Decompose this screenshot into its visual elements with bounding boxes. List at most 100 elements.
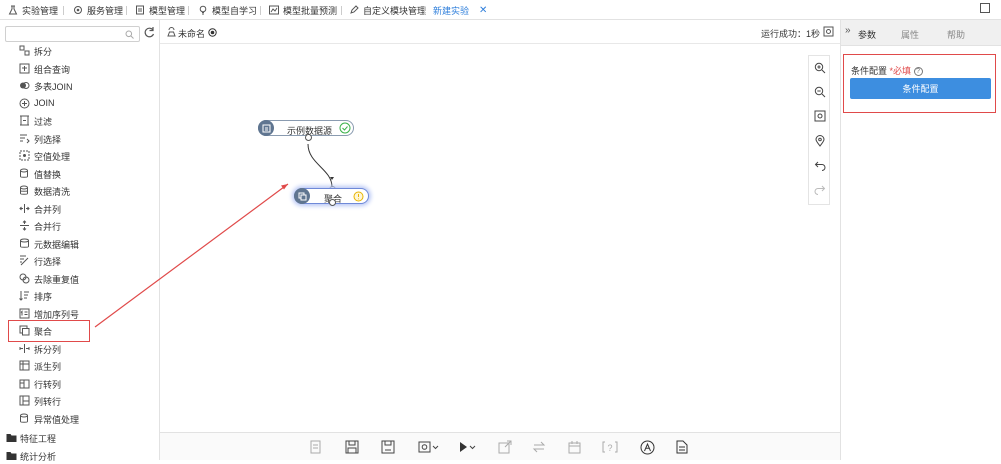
annotation-box-aggregate [8, 320, 90, 342]
tab-help[interactable]: 帮助 [947, 28, 965, 41]
zoom-in-icon[interactable] [814, 62, 826, 74]
merge-row-icon [19, 220, 30, 231]
run-dropdown-icon[interactable] [458, 440, 478, 454]
search-icon [125, 30, 134, 41]
column-to-row-icon [19, 395, 30, 406]
edit-icon [349, 5, 359, 15]
folder-icon [6, 432, 17, 443]
filter-icon [19, 115, 30, 126]
tab-model-management[interactable]: 模型管理 [135, 0, 185, 20]
settings-dropdown-icon[interactable] [418, 440, 440, 454]
radio-icon[interactable] [208, 28, 217, 39]
split-icon [19, 45, 30, 56]
sidebar-item-label: 合并行 [34, 222, 62, 232]
export-icon[interactable] [823, 26, 834, 39]
sidebar-group-feature-engineering[interactable]: 特征工程 [0, 429, 159, 446]
tab-custom-module-management[interactable]: 自定义模块管理 [349, 0, 426, 20]
clean-icon [19, 185, 30, 196]
row-select-icon [19, 255, 30, 266]
metadata-icon [19, 238, 30, 249]
replace-icon [19, 168, 30, 179]
sidebar-item-label: 列转行 [34, 397, 62, 407]
sidebar-item-outlier[interactable]: 异常值处理 [0, 410, 159, 427]
maximize-icon[interactable] [980, 3, 990, 13]
sidebar-item-label: 值替换 [34, 170, 62, 180]
sidebar-item-label: 空值处理 [34, 152, 71, 162]
locate-icon[interactable] [814, 135, 826, 147]
flask-icon [8, 5, 18, 15]
canvas-header: 未命名 运行成功：1秒 [160, 20, 840, 44]
sort-icon [19, 290, 30, 301]
annotation-box-config [843, 54, 996, 113]
sidebar-item-label: 行转列 [34, 380, 62, 390]
null-handle-icon [19, 150, 30, 161]
sidebar-item-row-to-column[interactable]: 行转列 [0, 375, 159, 392]
undo-icon[interactable] [814, 159, 826, 171]
fit-view-icon[interactable] [814, 110, 826, 122]
sidebar-item-label: JOIN [34, 98, 55, 108]
refresh-icon[interactable] [143, 26, 155, 41]
sidebar-item-label: 列选择 [34, 135, 62, 145]
tab-label: 服务管理 [87, 5, 124, 16]
sidebar-item-label: 多表JOIN [34, 82, 73, 92]
sync-icon[interactable] [532, 440, 546, 454]
model-icon [135, 5, 145, 15]
row-to-column-icon [19, 378, 30, 389]
search-input[interactable] [5, 26, 140, 42]
folder-icon [6, 450, 17, 461]
tab-properties[interactable]: 属性 [901, 28, 919, 41]
copy-icon[interactable] [309, 440, 322, 454]
save-icon[interactable] [345, 440, 359, 454]
derive-column-icon [19, 360, 30, 371]
tab-params[interactable]: 参数 [858, 28, 876, 41]
font-a-icon[interactable] [640, 440, 655, 454]
sidebar-item-label: 元数据编辑 [34, 240, 80, 250]
serial-icon [19, 308, 30, 319]
tab-label: 自定义模块管理 [363, 5, 427, 16]
sidebar-item-label: 排序 [34, 292, 53, 302]
user-icon [167, 27, 176, 39]
tab-label: 新建实验 [433, 5, 470, 16]
sidebar-item-label: 拆分列 [34, 345, 62, 355]
help-bracket-icon[interactable]: ? [601, 440, 619, 454]
annotation-arrow [94, 183, 289, 328]
collapse-icon[interactable]: » [845, 25, 851, 36]
tab-divider [188, 6, 189, 15]
schedule-icon[interactable] [568, 440, 582, 454]
tab-model-batch-predict[interactable]: 模型批量预测 [269, 0, 337, 20]
canvas-toolbar [808, 55, 830, 205]
tab-model-self-learning[interactable]: 模型自学习 [198, 0, 257, 20]
column-select-icon [19, 133, 30, 144]
sidebar-item-label: 过滤 [34, 117, 53, 127]
sidebar-group-label: 特征工程 [20, 434, 57, 444]
save-as-icon[interactable] [381, 440, 395, 454]
tab-new-experiment[interactable]: 新建实验 ✕ [433, 0, 487, 20]
tab-service-management[interactable]: 服务管理 [73, 0, 123, 20]
tab-experiment-management[interactable]: 实验管理 [8, 0, 58, 20]
tab-label: 模型批量预测 [283, 5, 338, 16]
combine-query-icon [19, 63, 30, 74]
sidebar-group-statistics[interactable]: 统计分析 [0, 447, 159, 464]
service-icon [73, 5, 83, 15]
experiment-name[interactable]: 未命名 [178, 27, 205, 40]
sidebar-item-derive-column[interactable]: 派生列 [0, 357, 159, 374]
tab-label: 模型管理 [149, 5, 186, 16]
tab-divider [63, 6, 64, 15]
bottom-toolbar: ? [160, 432, 840, 460]
tab-label: 实验管理 [22, 5, 59, 16]
redo-icon[interactable] [814, 183, 826, 195]
close-icon[interactable]: ✕ [479, 5, 487, 16]
tab-divider [126, 6, 127, 15]
deploy-icon[interactable] [498, 440, 512, 454]
tab-label: 模型自学习 [212, 5, 258, 16]
sidebar-item-column-to-row[interactable]: 列转行 [0, 392, 159, 409]
sidebar-group-label: 统计分析 [20, 452, 57, 462]
multi-join-icon [19, 80, 30, 91]
run-status: 运行成功：1秒 [761, 29, 821, 39]
document-icon[interactable] [676, 440, 688, 454]
chart-icon [269, 5, 279, 15]
tab-divider [341, 6, 342, 15]
zoom-out-icon[interactable] [814, 86, 826, 98]
tab-divider [260, 6, 261, 15]
experiment-canvas[interactable]: 示例数据源 聚合 [94, 44, 840, 432]
